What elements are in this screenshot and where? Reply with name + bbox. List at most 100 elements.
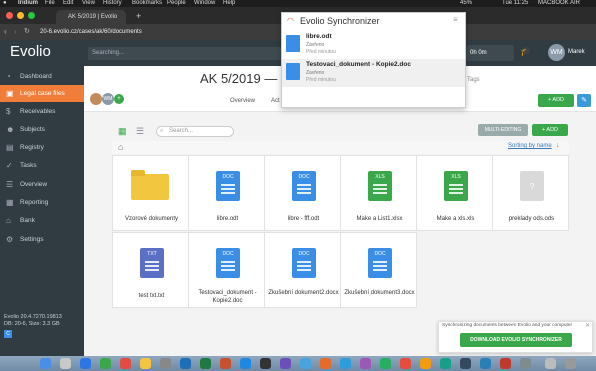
graduation-cap-icon[interactable]: 🎓 [520, 46, 531, 57]
app-icon[interactable] [320, 358, 331, 369]
menu-edit[interactable]: Edit [63, 0, 73, 7]
apple-icon[interactable]: ● [3, 0, 7, 7]
file-item[interactable]: DOC Zkušební dokument2.docx [264, 232, 341, 308]
excel-icon[interactable] [200, 358, 211, 369]
sidebar-item-subjects[interactable]: ☻ Subjects [0, 121, 84, 138]
trash-icon[interactable] [565, 358, 576, 369]
file-item[interactable]: DOC Zkušební dokument3.docx [340, 232, 417, 308]
sidebar-item-tasks[interactable]: ✓ Tasks [0, 157, 84, 174]
battery-status[interactable]: 45% [460, 0, 472, 7]
menu-bookmarks[interactable]: Bookmarks [132, 0, 162, 7]
hamburger-menu-icon[interactable]: ≡ [453, 16, 458, 24]
evolio-sync-logo-icon: ◠ [287, 16, 294, 25]
add-button[interactable]: + ADD [538, 94, 574, 107]
sidebar-item-receivables[interactable]: $ Receivables [0, 103, 84, 120]
app-icon[interactable] [420, 358, 431, 369]
tab-title: AK 5/2019 | Evolio [68, 14, 118, 20]
close-window-icon[interactable] [6, 12, 13, 19]
avatar-initials[interactable]: WM [102, 93, 114, 105]
file-item[interactable]: DOC libre - fff.odt [264, 155, 341, 231]
reload-icon[interactable]: ↻ [24, 27, 30, 35]
sidebar-item-legal-case-files[interactable]: ▣ Legal case files [0, 85, 84, 102]
notes-icon[interactable] [140, 358, 151, 369]
timer-display[interactable]: 0h 0m [466, 45, 514, 61]
folder-item[interactable]: Vzorové dokumenty [112, 155, 189, 231]
menu-history[interactable]: History [103, 0, 122, 7]
app-icon[interactable] [360, 358, 371, 369]
settings-app-icon[interactable] [160, 358, 171, 369]
powerpoint-icon[interactable] [220, 358, 231, 369]
user-avatar[interactable]: WM [548, 44, 565, 61]
person-avatar[interactable] [90, 93, 102, 105]
iridium-icon[interactable] [300, 358, 311, 369]
back-icon[interactable]: ‹ [4, 27, 7, 36]
app-icon[interactable] [380, 358, 391, 369]
finder-icon[interactable] [40, 358, 51, 369]
app-icon[interactable] [480, 358, 491, 369]
menu-help[interactable]: Help [223, 0, 235, 7]
tab-act[interactable]: Act [271, 97, 280, 105]
menu-app[interactable]: Iridium [18, 0, 38, 7]
app-icon[interactable] [500, 358, 511, 369]
safari-icon[interactable] [80, 358, 91, 369]
messages-icon[interactable] [100, 358, 111, 369]
menu-window[interactable]: Window [194, 0, 215, 7]
sync-row[interactable]: Testovaci_dokument - Kopie2.doc Zavřeno … [282, 59, 465, 87]
sidebar-item-settings[interactable]: ⚙ Settings [0, 231, 84, 248]
sort-by-name-link[interactable]: Sorting by name [508, 143, 552, 149]
home-icon[interactable]: ⌂ [118, 142, 123, 153]
tab-overview[interactable]: Overview [230, 97, 255, 105]
sidebar-item-registry[interactable]: ▤ Registry [0, 139, 84, 156]
sidebar-item-reporting[interactable]: ▦ Reporting [0, 194, 84, 211]
launchpad-icon[interactable] [60, 358, 71, 369]
tags-label[interactable]: Tags [467, 77, 480, 83]
app-icon[interactable] [440, 358, 451, 369]
sidebar-item-dashboard[interactable]: ◔ Dashboard [0, 68, 84, 85]
app-icon[interactable] [400, 358, 411, 369]
document-search-input[interactable]: ⌕ Search... [156, 126, 234, 137]
edit-button[interactable]: ✎ [577, 94, 591, 107]
menu-people[interactable]: People [167, 0, 186, 7]
add-document-button[interactable]: + ADD [532, 124, 568, 136]
new-tab-icon[interactable]: + [136, 11, 141, 21]
sort-arrow-icon[interactable]: ↓ [556, 142, 560, 149]
file-item[interactable]: DOC Testovaci_dokument - Kopie2.doc [188, 232, 265, 308]
add-person-icon[interactable]: + [114, 94, 124, 104]
file-item[interactable]: XLS Make a List1.xlsx [340, 155, 417, 231]
sync-row[interactable]: libre.odt Zavřeno Před minutou [282, 31, 465, 59]
menu-file[interactable]: File [45, 0, 55, 7]
file-item[interactable]: XLS Make a xls.xls [416, 155, 493, 231]
clock[interactable]: Tue 11:25 [502, 0, 528, 7]
browser-tab[interactable]: AK 5/2019 | Evolio [56, 10, 126, 24]
app-icon[interactable] [460, 358, 471, 369]
multi-editing-button[interactable]: MULTI-EDITING [478, 124, 528, 136]
file-item[interactable]: TXT test txt.txt [112, 232, 189, 308]
teams-icon[interactable] [280, 358, 291, 369]
list-view-icon[interactable]: ☰ [136, 127, 146, 136]
app-logo[interactable]: Evolio [10, 43, 51, 61]
machine-name[interactable]: MACBOOK AIR [538, 0, 580, 7]
global-search-input[interactable]: Searching... [88, 47, 288, 60]
menu-view[interactable]: View [82, 0, 95, 7]
grid-view-icon[interactable]: ▦ [118, 127, 128, 136]
sidebar-item-overview[interactable]: ☰ Overview [0, 176, 84, 193]
file-item[interactable]: DOC libre.odt [188, 155, 265, 231]
minimize-window-icon[interactable] [17, 12, 24, 19]
word-icon[interactable] [180, 358, 191, 369]
chat-badge[interactable]: C [4, 330, 12, 338]
downloads-icon[interactable] [545, 358, 556, 369]
sidebar-item-bank[interactable]: ⌂ Bank [0, 212, 84, 229]
vscode-icon[interactable] [240, 358, 251, 369]
app-icon[interactable] [520, 358, 531, 369]
forward-icon[interactable]: › [14, 27, 17, 36]
terminal-icon[interactable] [260, 358, 271, 369]
download-synchronizer-button[interactable]: DOWNLOAD EVOLIO SYNCHRONIZER [460, 333, 572, 347]
close-icon[interactable]: ✕ [585, 322, 590, 329]
app-icon[interactable] [340, 358, 351, 369]
doc-file-icon: DOC [368, 248, 392, 278]
calendar-icon[interactable] [120, 358, 131, 369]
address-input[interactable]: 20-6.evolio.cz/cases/ak/60/documents [40, 27, 280, 37]
file-item[interactable]: ? preklady ods.ods [492, 155, 569, 231]
user-name[interactable]: Marek [568, 44, 585, 61]
maximize-window-icon[interactable] [28, 12, 35, 19]
